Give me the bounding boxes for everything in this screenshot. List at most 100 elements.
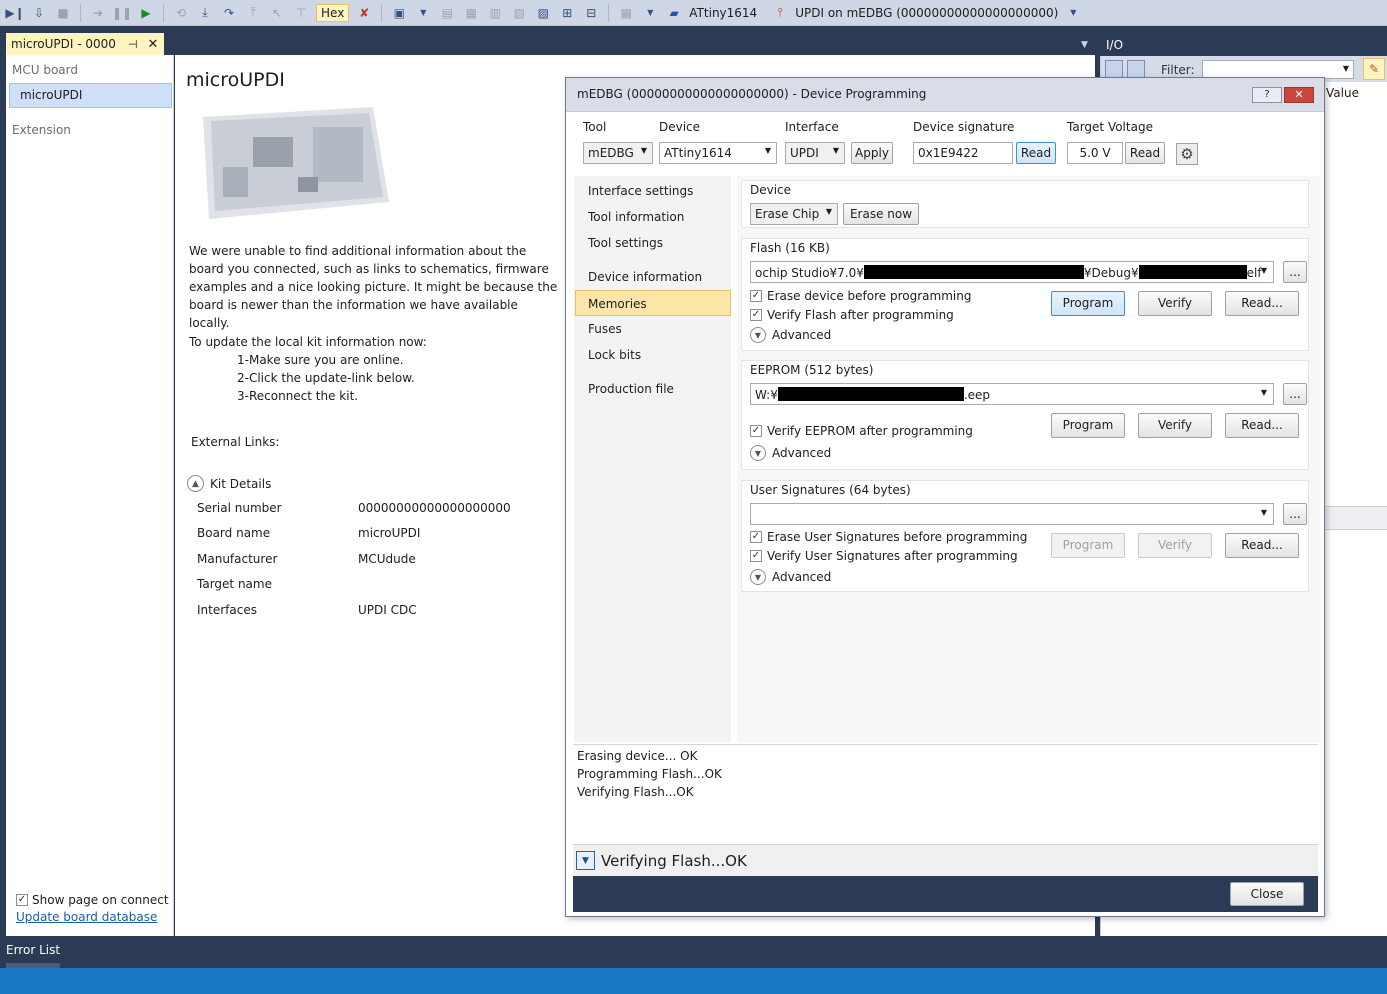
- usersig-file-select[interactable]: ▼: [750, 503, 1274, 525]
- chevron-down-icon[interactable]: ▼: [750, 327, 766, 343]
- memory-window-icon[interactable]: ▤: [438, 4, 456, 22]
- eeprom-file-select[interactable]: W:¥ .eep ▼: [750, 383, 1274, 405]
- program-device-icon[interactable]: ⊟: [582, 4, 600, 22]
- erase-mode-select[interactable]: Erase Chip ▼: [750, 203, 838, 225]
- eeprom-verify-button[interactable]: Verify: [1138, 413, 1212, 438]
- reset-icon[interactable]: ⟲: [172, 4, 190, 22]
- apply-button[interactable]: Apply: [851, 142, 893, 164]
- toolbar-tool-name[interactable]: UPDI on mEDBG (00000000000000000000): [795, 6, 1058, 20]
- usersig-verify-button[interactable]: Verify: [1138, 533, 1212, 558]
- eeprom-advanced-toggle[interactable]: ▼ Advanced: [750, 445, 831, 461]
- chevron-down-icon[interactable]: ▼: [750, 569, 766, 585]
- usersig-verify-checkbox-row[interactable]: ✓ Verify User Signatures after programmin…: [750, 549, 1018, 563]
- nav-tool-information[interactable]: Tool information: [574, 204, 731, 230]
- breakpoints-icon[interactable]: ✘: [355, 4, 373, 22]
- attach-icon[interactable]: ⇩: [30, 4, 48, 22]
- erase-icon[interactable]: ▩: [617, 4, 635, 22]
- hex-toggle-button[interactable]: Hex: [316, 3, 350, 22]
- step-return-icon[interactable]: ⊤: [292, 4, 310, 22]
- eeprom-verify-checkbox-row[interactable]: ✓ Verify EEPROM after programming: [750, 424, 973, 438]
- usersig-advanced-toggle[interactable]: ▼ Advanced: [750, 569, 831, 585]
- nav-production-file[interactable]: Production file: [574, 376, 731, 402]
- eeprom-read-button[interactable]: Read...: [1225, 413, 1299, 438]
- document-tab[interactable]: microUPDI - 0000 ⊣ ✕: [6, 33, 164, 55]
- io-view-mode-icon[interactable]: [1127, 60, 1145, 78]
- nav-lock-bits[interactable]: Lock bits: [574, 342, 731, 368]
- dropdown-arrow-icon[interactable]: ▼: [641, 4, 659, 22]
- gear-icon[interactable]: ⚙: [1176, 143, 1198, 165]
- toolbar-device-name[interactable]: ATtiny1614: [689, 6, 757, 20]
- error-list-tab[interactable]: Error List: [0, 936, 1387, 968]
- checkbox-checked[interactable]: ✓: [750, 425, 762, 437]
- checkbox-checked[interactable]: ✓: [750, 290, 762, 302]
- flash-read-button[interactable]: Read...: [1225, 291, 1299, 316]
- device-select[interactable]: ATtiny1614 ▼: [659, 142, 777, 164]
- read-signature-button[interactable]: Read: [1016, 142, 1056, 164]
- continue-icon[interactable]: ▶: [137, 4, 155, 22]
- nav-memories[interactable]: Memories: [575, 290, 731, 316]
- flash-browse-button[interactable]: ...: [1283, 261, 1307, 283]
- sidebar-item-microupdi[interactable]: microUPDI: [9, 83, 172, 108]
- checkbox-checked[interactable]: ✓: [750, 309, 762, 321]
- flash-file-select[interactable]: ochip Studio¥7.0¥ ¥Debug¥ elf ▼: [750, 261, 1274, 283]
- panel-splitter[interactable]: [1323, 506, 1387, 530]
- device-programming-icon[interactable]: ⊞: [558, 4, 576, 22]
- flash-program-button[interactable]: Program: [1051, 291, 1125, 316]
- show-page-checkbox-row[interactable]: ✓ Show page on connect: [16, 893, 169, 907]
- erase-now-button[interactable]: Erase now: [843, 203, 919, 225]
- flash-verify-checkbox-row[interactable]: ✓ Verify Flash after programming: [750, 308, 954, 322]
- dropdown-arrow-icon[interactable]: ▼: [414, 4, 432, 22]
- usersig-read-button[interactable]: Read...: [1225, 533, 1299, 558]
- dialog-close-button[interactable]: ✕: [1284, 87, 1314, 103]
- window-icon[interactable]: ▣: [390, 4, 408, 22]
- step-over-icon[interactable]: ↷: [220, 4, 238, 22]
- kit-details-toggle[interactable]: ▲ Kit Details: [187, 475, 271, 492]
- flash-verify-label: Verify Flash after programming: [767, 308, 954, 322]
- update-board-database-link[interactable]: Update board database: [16, 910, 157, 924]
- show-next-statement-icon[interactable]: ➔: [89, 4, 107, 22]
- io-view-mode-icon[interactable]: [1105, 60, 1123, 78]
- stop-icon[interactable]: ■: [54, 4, 72, 22]
- pause-icon[interactable]: ❚❚: [112, 4, 132, 22]
- usersig-erase-checkbox-row[interactable]: ✓ Erase User Signatures before programmin…: [750, 530, 1027, 544]
- tool-select[interactable]: mEDBG ▼: [583, 142, 653, 164]
- run-to-cursor-icon[interactable]: ↖: [268, 4, 286, 22]
- eeprom-program-button[interactable]: Program: [1051, 413, 1125, 438]
- eeprom-browse-button[interactable]: ...: [1283, 383, 1307, 405]
- close-button[interactable]: Close: [1230, 882, 1304, 906]
- help-button[interactable]: ?: [1252, 87, 1282, 103]
- flash-advanced-toggle[interactable]: ▼ Advanced: [750, 327, 831, 343]
- start-debugging-break-icon[interactable]: ▶❙: [5, 4, 24, 22]
- usersig-program-button[interactable]: Program: [1051, 533, 1125, 558]
- checkbox-checked[interactable]: ✓: [750, 550, 762, 562]
- edit-icon[interactable]: ✎: [1363, 58, 1385, 80]
- chevron-down-icon[interactable]: ▼: [750, 445, 766, 461]
- step-into-icon[interactable]: ⤓: [196, 4, 214, 22]
- flash-erase-checkbox-row[interactable]: ✓ Erase device before programming: [750, 289, 971, 303]
- dropdown-arrow-icon[interactable]: ▼: [1064, 4, 1082, 22]
- tab-overflow-icon[interactable]: ▼: [1081, 40, 1088, 50]
- close-tab-icon[interactable]: ✕: [148, 37, 159, 52]
- show-page-checkbox[interactable]: ✓: [16, 894, 28, 906]
- interface-select[interactable]: UPDI ▼: [785, 142, 845, 164]
- flash-verify-button[interactable]: Verify: [1138, 291, 1212, 316]
- pin-icon[interactable]: ⊣: [128, 38, 138, 51]
- checkbox-checked[interactable]: ✓: [750, 531, 762, 543]
- device-signature-field[interactable]: 0x1E9422: [913, 142, 1013, 164]
- read-voltage-button[interactable]: Read: [1125, 142, 1165, 164]
- value-column-header[interactable]: Value: [1323, 86, 1387, 106]
- expand-log-icon[interactable]: ▼: [576, 851, 595, 870]
- processor-icon[interactable]: ▥: [486, 4, 504, 22]
- nav-interface-settings[interactable]: Interface settings: [574, 178, 731, 204]
- nav-fuses[interactable]: Fuses: [574, 316, 731, 342]
- nav-tool-settings[interactable]: Tool settings: [574, 230, 731, 256]
- chevron-down-icon[interactable]: ▼: [1343, 64, 1349, 73]
- step-out-icon[interactable]: ⤒: [244, 4, 262, 22]
- target-voltage-field[interactable]: 5.0 V: [1067, 142, 1123, 164]
- usersig-browse-button[interactable]: ...: [1283, 503, 1307, 525]
- chevron-up-icon[interactable]: ▲: [187, 475, 204, 492]
- io-view-icon[interactable]: ▨: [534, 4, 552, 22]
- nav-device-information[interactable]: Device information: [574, 264, 731, 290]
- disassembly-icon[interactable]: ▧: [510, 4, 528, 22]
- registers-icon[interactable]: ▦: [462, 4, 480, 22]
